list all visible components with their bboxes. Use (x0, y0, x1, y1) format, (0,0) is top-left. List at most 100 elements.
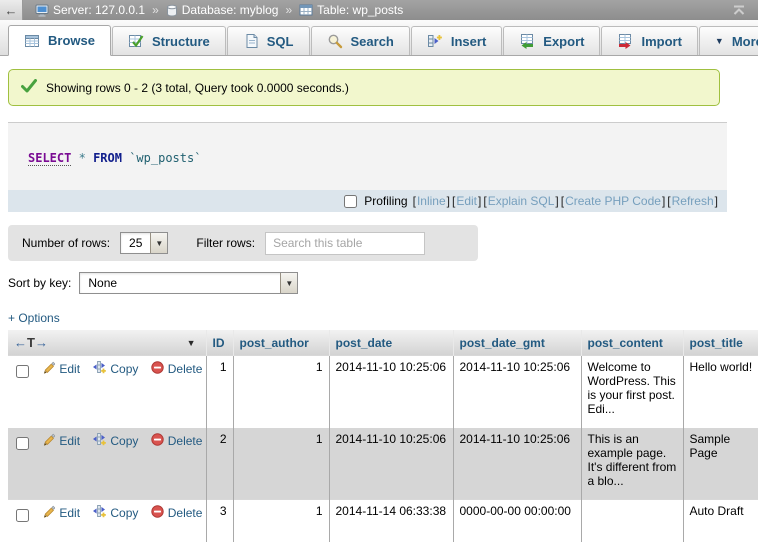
breadcrumb-server[interactable]: Server: 127.0.0.1 (35, 3, 145, 17)
browse-icon (24, 33, 40, 49)
tab-search[interactable]: Search (311, 26, 410, 55)
export-icon (519, 33, 535, 49)
cell-post-author[interactable]: 1 (233, 500, 329, 542)
profiling-label[interactable]: Profiling (340, 192, 407, 211)
breadcrumb-separator: » (285, 3, 292, 17)
collapse-icon[interactable] (732, 5, 746, 16)
delete-link[interactable]: Delete (151, 505, 203, 521)
filter-rows-label: Filter rows: (196, 236, 255, 250)
pencil-icon (42, 433, 55, 449)
sql-keyword-from: FROM (93, 151, 122, 165)
cell-post-content[interactable]: Welcome to WordPress. This is your first… (581, 356, 683, 428)
delete-icon (151, 433, 164, 449)
database-icon (166, 4, 178, 17)
sort-row: Sort by key: None ▼ (8, 272, 758, 294)
filter-input[interactable] (265, 232, 425, 255)
dropdown-caret-icon: ▼ (280, 273, 297, 293)
cell-id[interactable]: 1 (206, 356, 233, 428)
tab-import[interactable]: Import (601, 26, 697, 55)
column-browse-controls[interactable]: ←T→ ▼ (8, 330, 206, 356)
dropdown-caret-icon: ▼ (150, 233, 167, 253)
insert-icon (427, 33, 443, 49)
column-header-post-title[interactable]: post_title (683, 330, 758, 356)
success-message-text: Showing rows 0 - 2 (3 total, Query took … (46, 81, 349, 95)
table-row: Edit Copy Delete 3 1 2014-11-14 06:33:38… (8, 500, 758, 542)
profiling-checkbox[interactable] (344, 195, 357, 208)
breadcrumb-bar: ← Server: 127.0.0.1 » Database: myblog »… (0, 0, 758, 20)
transpose-arrows-icon[interactable]: ←T→ (14, 335, 48, 350)
row-checkbox[interactable] (16, 509, 29, 522)
column-header-post-date-gmt[interactable]: post_date_gmt (453, 330, 581, 356)
column-header-post-author[interactable]: post_author (233, 330, 329, 356)
options-toggle[interactable]: + Options (8, 311, 60, 325)
cell-id[interactable]: 2 (206, 428, 233, 500)
tab-insert[interactable]: Insert (411, 26, 502, 55)
cell-post-date-gmt[interactable]: 2014-11-10 10:25:06 (453, 356, 581, 428)
structure-icon (128, 33, 144, 49)
table-row: Edit Copy Delete 1 1 2014-11-10 10:25:06… (8, 356, 758, 428)
edit-link[interactable]: Edit (42, 505, 80, 521)
breadcrumb-table[interactable]: Table: wp_posts (299, 3, 403, 17)
sql-icon (243, 33, 259, 49)
success-message: Showing rows 0 - 2 (3 total, Query took … (8, 69, 720, 106)
row-checkbox[interactable] (16, 437, 29, 450)
copy-link[interactable]: Copy (92, 360, 138, 377)
copy-link[interactable]: Copy (92, 504, 138, 521)
sort-caret-icon[interactable]: ▼ (187, 338, 196, 348)
delete-link[interactable]: Delete (151, 361, 203, 377)
tab-bar: Browse Structure SQL Search Insert Expor… (0, 20, 758, 56)
cell-post-date-gmt[interactable]: 0000-00-00 00:00:00 (453, 500, 581, 542)
sort-by-key-label: Sort by key: (8, 276, 71, 290)
server-icon (35, 4, 49, 17)
search-icon (327, 33, 343, 49)
inline-link[interactable]: Inline (417, 194, 446, 208)
cell-id[interactable]: 3 (206, 500, 233, 542)
sql-region: SELECT * FROM `wp_posts` Profiling [Inli… (8, 122, 727, 212)
refresh-link[interactable]: Refresh (672, 194, 714, 208)
cell-post-date[interactable]: 2014-11-10 10:25:06 (329, 356, 453, 428)
sql-keyword-select[interactable]: SELECT (28, 151, 71, 166)
tab-browse[interactable]: Browse (8, 25, 111, 56)
num-rows-select[interactable]: 25 ▼ (120, 232, 168, 254)
delete-link[interactable]: Delete (151, 433, 203, 449)
cell-post-title[interactable]: Sample Page (683, 428, 758, 500)
tab-structure[interactable]: Structure (112, 26, 226, 55)
edit-link[interactable]: Edit (42, 433, 80, 449)
row-checkbox[interactable] (16, 365, 29, 378)
delete-icon (151, 361, 164, 377)
more-caret-icon: ▼ (715, 36, 724, 46)
delete-icon (151, 505, 164, 521)
cell-post-date[interactable]: 2014-11-10 10:25:06 (329, 428, 453, 500)
tab-export[interactable]: Export (503, 26, 600, 55)
cell-post-author[interactable]: 1 (233, 356, 329, 428)
sql-toolbar: Profiling [Inline] [Edit] [Explain SQL] … (8, 190, 727, 212)
cell-post-content[interactable]: This is an example page. It's different … (581, 428, 683, 500)
sort-key-select[interactable]: None ▼ (79, 272, 298, 294)
import-icon (617, 33, 633, 49)
breadcrumb-database[interactable]: Database: myblog (166, 3, 279, 17)
copy-icon (92, 360, 106, 377)
table-body: Edit Copy Delete 1 1 2014-11-10 10:25:06… (8, 356, 758, 542)
copy-icon (92, 504, 106, 521)
cell-post-title[interactable]: Hello world! (683, 356, 758, 428)
cell-post-author[interactable]: 1 (233, 428, 329, 500)
column-header-id[interactable]: ID (206, 330, 233, 356)
edit-query-link[interactable]: Edit (456, 194, 477, 208)
breadcrumb-separator: » (152, 3, 159, 17)
copy-icon (92, 432, 106, 449)
cell-post-title[interactable]: Auto Draft (683, 500, 758, 542)
cell-post-date-gmt[interactable]: 2014-11-10 10:25:06 (453, 428, 581, 500)
num-rows-label: Number of rows: (22, 236, 110, 250)
cell-post-content[interactable] (581, 500, 683, 542)
column-header-post-date[interactable]: post_date (329, 330, 453, 356)
column-header-post-content[interactable]: post_content (581, 330, 683, 356)
cell-post-date[interactable]: 2014-11-14 06:33:38 (329, 500, 453, 542)
copy-link[interactable]: Copy (92, 432, 138, 449)
results-table: ←T→ ▼ ID post_author post_date post_date… (8, 330, 758, 542)
back-button[interactable]: ← (0, 0, 23, 20)
explain-sql-link[interactable]: Explain SQL (488, 194, 555, 208)
edit-link[interactable]: Edit (42, 361, 80, 377)
tab-sql[interactable]: SQL (227, 26, 310, 55)
create-php-code-link[interactable]: Create PHP Code (565, 194, 661, 208)
tab-more[interactable]: ▼ More (699, 26, 758, 55)
